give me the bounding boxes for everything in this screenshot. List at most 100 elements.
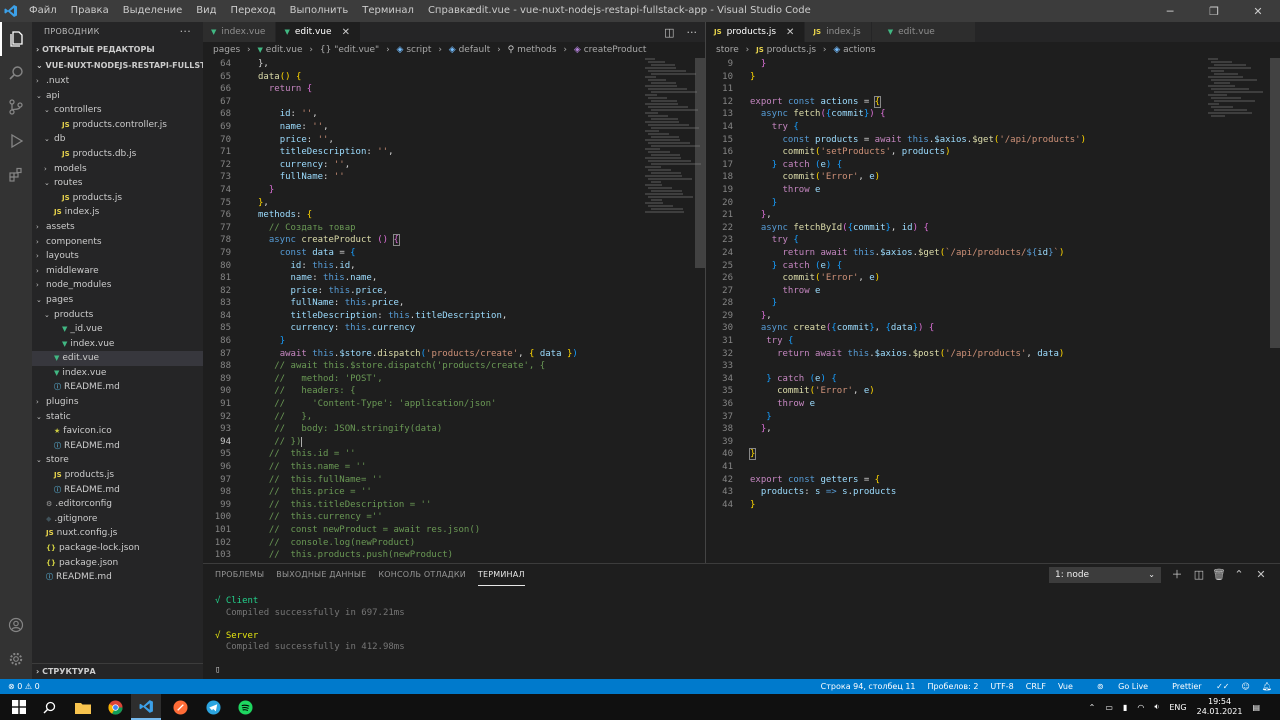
menu-item[interactable]: Справка: [421, 0, 479, 22]
tree-folder[interactable]: › layouts: [32, 249, 203, 264]
tree-folder[interactable]: › models: [32, 162, 203, 177]
new-terminal-icon[interactable]: ＋: [1169, 567, 1185, 583]
tree-file[interactable]: JS products.db.js: [32, 147, 203, 162]
tree-file[interactable]: JS nuxt.config.js: [32, 526, 203, 541]
tree-folder[interactable]: ⌄ pages: [32, 293, 203, 308]
tree-folder[interactable]: › plugins: [32, 395, 203, 410]
close-panel-icon[interactable]: ✕: [1253, 567, 1269, 583]
volume-icon[interactable]: 🔉︎: [1154, 702, 1159, 712]
tree-folder[interactable]: ⌄ store: [32, 453, 203, 468]
breadcrumb-item[interactable]: {} "edit.vue": [320, 45, 379, 55]
telegram-icon[interactable]: [198, 694, 228, 720]
spotify-icon[interactable]: [230, 694, 260, 720]
tree-file[interactable]: ⚙ .editorconfig: [32, 497, 203, 512]
breadcrumb-item[interactable]: createProduct: [584, 45, 647, 55]
right-scrollbar[interactable]: [1270, 58, 1280, 348]
tree-file[interactable]: ▼ index.vue: [32, 337, 203, 352]
extensions-icon[interactable]: [0, 158, 32, 192]
tree-file[interactable]: JS index.js: [32, 205, 203, 220]
tab-index-vue[interactable]: ▼ index.vue: [203, 22, 277, 42]
go-live-button[interactable]: ⊚ Go Live: [1085, 679, 1148, 694]
minimize-icon[interactable]: ─: [1148, 0, 1192, 22]
account-icon[interactable]: [0, 608, 32, 642]
problems-indicator[interactable]: ⊗ 0 ⚠ 0: [8, 682, 40, 691]
tree-file[interactable]: ◆ .gitignore: [32, 512, 203, 527]
menu-item[interactable]: Файл: [22, 0, 64, 22]
tree-folder[interactable]: ⌄ db: [32, 132, 203, 147]
more-actions-icon[interactable]: ···: [687, 26, 698, 39]
tab-output[interactable]: ВЫХОДНЫЕ ДАННЫЕ: [276, 564, 366, 586]
vscode-taskbar-icon[interactable]: [131, 694, 161, 720]
chevron-up-icon[interactable]: ⌃: [1231, 567, 1247, 583]
tree-folder[interactable]: ⌄ controllers: [32, 103, 203, 118]
source-control-icon[interactable]: [0, 90, 32, 124]
tree-file[interactable]: ⓘ README.md: [32, 483, 203, 498]
tree-folder[interactable]: ⌄ api: [32, 89, 203, 104]
tree-folder[interactable]: ⌄ routes: [32, 176, 203, 191]
more-actions-icon[interactable]: ···: [180, 22, 191, 42]
tree-file[interactable]: ▼ index.vue: [32, 366, 203, 381]
breadcrumb-item[interactable]: edit.vue: [266, 45, 303, 55]
tree-folder[interactable]: ⌄ static: [32, 410, 203, 425]
tree-file[interactable]: JS products.controller.js: [32, 118, 203, 133]
clock[interactable]: 19:54 24.01.2021: [1197, 697, 1243, 717]
close-tab-icon[interactable]: ✕: [786, 27, 794, 38]
language-indicator[interactable]: ENG: [1169, 703, 1186, 712]
chrome-icon[interactable]: [100, 694, 130, 720]
right-code-editor[interactable]: 9 10 11 12 13 14 15 16 17 18 19 20 21 22 23 24 25 26 27 28 2…: [706, 58, 1202, 563]
indentation[interactable]: Пробелов: 2: [928, 679, 979, 694]
tree-file[interactable]: ▼ edit.vue: [32, 351, 203, 366]
breadcrumb-item[interactable]: store: [716, 45, 739, 55]
tree-file[interactable]: JS products.js: [32, 191, 203, 206]
postman-icon[interactable]: [165, 694, 195, 720]
terminal-select[interactable]: 1: node ⌄: [1049, 567, 1161, 583]
tree-file[interactable]: {} package.json: [32, 556, 203, 571]
breadcrumb-item[interactable]: default: [459, 45, 491, 55]
trash-icon[interactable]: 🗑: [1211, 567, 1227, 583]
tab-problems[interactable]: ПРОБЛЕМЫ: [215, 564, 264, 586]
breadcrumb-item[interactable]: methods: [517, 45, 556, 55]
tree-folder[interactable]: › middleware: [32, 264, 203, 279]
tree-file[interactable]: {} package-lock.json: [32, 541, 203, 556]
tree-folder[interactable]: › node_modules: [32, 278, 203, 293]
tab-edit-vue[interactable]: ▼ edit.vue ✕: [276, 22, 361, 42]
tree-file[interactable]: JS products.js: [32, 468, 203, 483]
taskbar-search-icon[interactable]: [34, 694, 64, 720]
close-tab-icon[interactable]: ✕: [342, 27, 350, 38]
tab-terminal[interactable]: ТЕРМИНАЛ: [477, 564, 525, 586]
menu-item[interactable]: Терминал: [355, 0, 421, 22]
tree-folder[interactable]: › components: [32, 235, 203, 250]
file-explorer-icon[interactable]: [68, 694, 98, 720]
cursor-position[interactable]: Строка 94, столбец 11: [821, 679, 916, 694]
tree-file[interactable]: ⓘ README.md: [32, 570, 203, 585]
tab-index-js[interactable]: JS index.js: [805, 22, 872, 42]
tab-edit-vue-right[interactable]: ▼ edit.vue: [871, 22, 976, 42]
network-icon[interactable]: ▭: [1105, 703, 1113, 712]
breadcrumb-item[interactable]: script: [406, 45, 431, 55]
chevron-up-icon[interactable]: ⌃: [1089, 703, 1096, 712]
menu-item[interactable]: Переход: [224, 0, 283, 22]
tree-folder[interactable]: › .nuxt: [32, 74, 203, 89]
tree-file[interactable]: ★ favicon.ico: [32, 424, 203, 439]
menu-item[interactable]: Вид: [189, 0, 223, 22]
breadcrumb-item[interactable]: actions: [843, 45, 875, 55]
left-code-editor[interactable]: 64 65 66 67 68 69 70 71 72 73 74 75 76 77 78 79 80 81 82 83…: [203, 58, 639, 563]
tab-products-js[interactable]: JS products.js ✕: [706, 22, 806, 42]
run-debug-icon[interactable]: [0, 124, 32, 158]
project-section[interactable]: ⌄ VUE-NUXT-NODEJS-RESTAPI-FULLSTACK-A...: [32, 58, 203, 74]
bell-icon[interactable]: 🔔︎: [1262, 679, 1272, 694]
windows-start-icon[interactable]: [4, 694, 34, 720]
restore-icon[interactable]: ❐: [1192, 0, 1236, 22]
split-terminal-icon[interactable]: ◫: [1191, 567, 1207, 583]
close-icon[interactable]: ✕: [1236, 0, 1280, 22]
wifi-icon[interactable]: ◠: [1137, 703, 1144, 712]
notifications-icon[interactable]: ▤: [1252, 703, 1260, 712]
tab-debug-console[interactable]: КОНСОЛЬ ОТЛАДКИ: [378, 564, 466, 586]
outline-section[interactable]: › СТРУКТУРА: [32, 663, 203, 679]
breadcrumb-item[interactable]: products.js: [767, 45, 816, 55]
tree-file[interactable]: ⓘ README.md: [32, 380, 203, 395]
battery-icon[interactable]: ▮: [1123, 703, 1127, 712]
tree-folder[interactable]: › assets: [32, 220, 203, 235]
menu-item[interactable]: Правка: [64, 0, 116, 22]
split-editor-icon[interactable]: ◫: [664, 26, 674, 39]
